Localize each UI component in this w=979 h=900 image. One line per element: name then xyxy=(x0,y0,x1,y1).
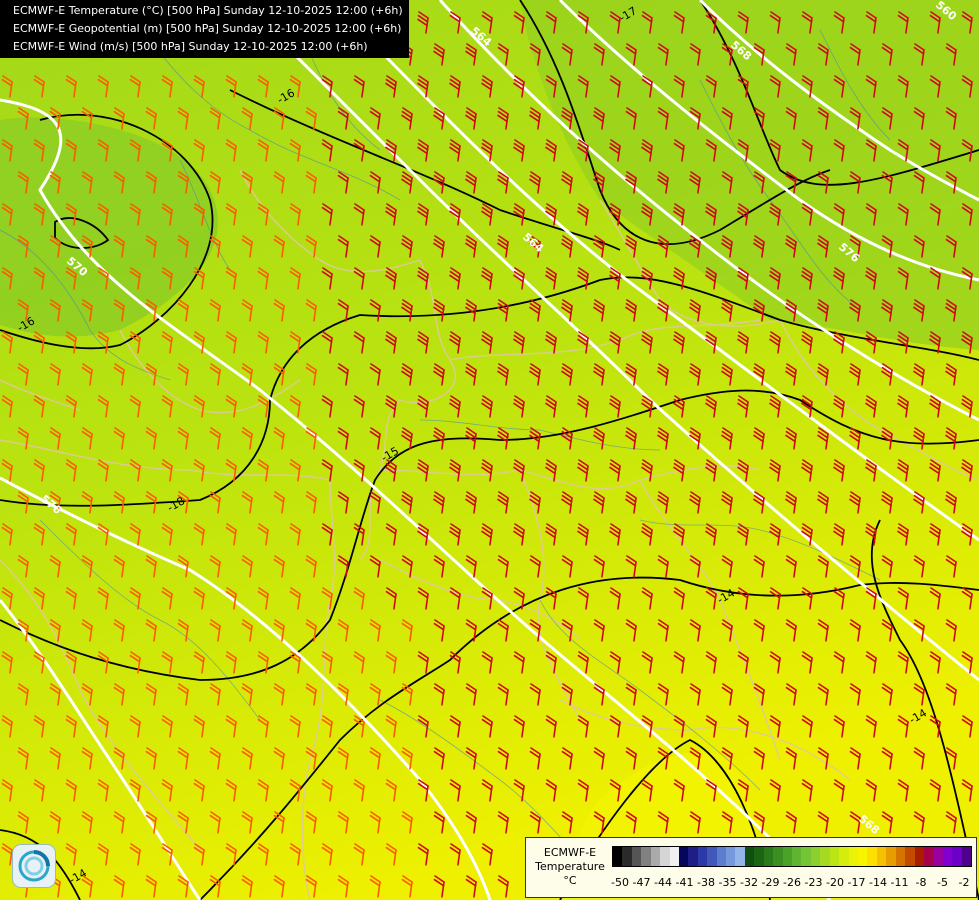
map-viewport[interactable]: 560 564 568 564 570 576 576 568 -17 -16 -18 -15 -16-… xyxy=(0,0,979,900)
colorbar-tick-label: -17 xyxy=(847,876,866,889)
colorbar-tick-label: -47 xyxy=(632,876,651,889)
colorbar-swatch xyxy=(735,847,745,866)
colorbar-swatch xyxy=(867,847,877,866)
title-geopotential: ECMWF-E Geopotential (m) [500 hPa] Sunda… xyxy=(13,22,402,35)
colorbar-title-model: ECMWF-E xyxy=(543,846,597,859)
title-temperature: ECMWF-E Temperature (°C) [500 hPa] Sunda… xyxy=(13,4,403,17)
colorbar-swatch xyxy=(961,847,972,866)
colorbar-swatch xyxy=(726,847,736,866)
colorbar-swatch xyxy=(613,847,623,866)
colorbar-swatch xyxy=(622,847,632,866)
colorbar-tick-label: -2 xyxy=(958,876,970,889)
colorbar-swatch xyxy=(763,847,774,866)
colorbar-swatch xyxy=(886,847,896,866)
colorbar-swatch xyxy=(942,847,953,866)
colorbar-tick-label: -41 xyxy=(675,876,694,889)
colorbar-tick-label: -35 xyxy=(718,876,737,889)
temperature-colorbar: ECMWF-E Temperature °C -50 -47 -44 -41 -38 -3… xyxy=(525,837,977,898)
colorbar-swatch xyxy=(650,847,661,866)
colorbar-tick-label: -5 xyxy=(937,876,948,889)
colorbar-swatch xyxy=(914,847,924,866)
colorbar-tick-label: -20 xyxy=(826,876,844,889)
colorbar-ticks: -50 -47 -44 -41 -38 -35 -32 -29 -26 -23 -20 -17 -14-… xyxy=(611,876,972,892)
colorbar-swatches xyxy=(612,846,972,867)
colorbar-swatch xyxy=(744,847,755,866)
colorbar-swatch xyxy=(792,847,802,866)
colorbar-swatch xyxy=(905,847,915,866)
colorbar-swatch xyxy=(857,847,868,866)
colorbar-swatch xyxy=(678,847,689,866)
colorbar-swatch xyxy=(716,847,727,866)
colorbar-swatch xyxy=(933,847,943,866)
colorbar-swatch xyxy=(707,847,717,866)
ecmwf-logo-icon xyxy=(12,844,56,888)
colorbar-tick-label: -50 xyxy=(611,876,629,889)
colorbar-swatch xyxy=(895,847,906,866)
colorbar-swatch xyxy=(839,847,849,866)
colorbar-tick-label: -26 xyxy=(783,876,801,889)
weather-map: 560564568564570576576568-17-16-18-15-16-… xyxy=(0,0,979,900)
colorbar-swatch xyxy=(782,847,793,866)
colorbar-swatch xyxy=(801,847,811,866)
colorbar-tick-label: -23 xyxy=(804,876,823,889)
colorbar-tick-label: -38 xyxy=(697,876,715,889)
colorbar-tick-label: -11 xyxy=(890,876,909,889)
colorbar-swatch xyxy=(688,847,698,866)
colorbar-tick-label: -14 xyxy=(869,876,887,889)
title-wind: ECMWF-E Wind (m/s) [500 hPa] Sunday 12-1… xyxy=(13,40,368,53)
colorbar-swatch xyxy=(631,847,642,866)
colorbar-swatch xyxy=(923,847,934,866)
colorbar-title-variable: Temperature xyxy=(535,860,605,873)
map-title-box: ECMWF-E Temperature (°C) [500 hPa] Sunda… xyxy=(0,0,409,58)
colorbar-tick-label: -44 xyxy=(654,876,672,889)
colorbar-swatch xyxy=(810,847,821,866)
colorbar-title: ECMWF-E Temperature °C xyxy=(530,846,610,888)
colorbar-swatch xyxy=(697,847,708,866)
colorbar-swatch xyxy=(754,847,764,866)
colorbar-tick-label: -8 xyxy=(915,876,927,889)
colorbar-swatch xyxy=(952,847,962,866)
colorbar-tick-label: -32 xyxy=(740,876,758,889)
colorbar-swatch xyxy=(773,847,783,866)
colorbar-swatch xyxy=(641,847,651,866)
colorbar-swatch xyxy=(820,847,830,866)
colorbar-swatch xyxy=(829,847,840,866)
colorbar-tick-label: -29 xyxy=(761,876,780,889)
colorbar-swatch xyxy=(876,847,887,866)
colorbar-swatch xyxy=(848,847,858,866)
colorbar-swatch xyxy=(669,847,679,866)
colorbar-title-unit: °C xyxy=(563,874,577,887)
colorbar-swatch xyxy=(660,847,670,866)
